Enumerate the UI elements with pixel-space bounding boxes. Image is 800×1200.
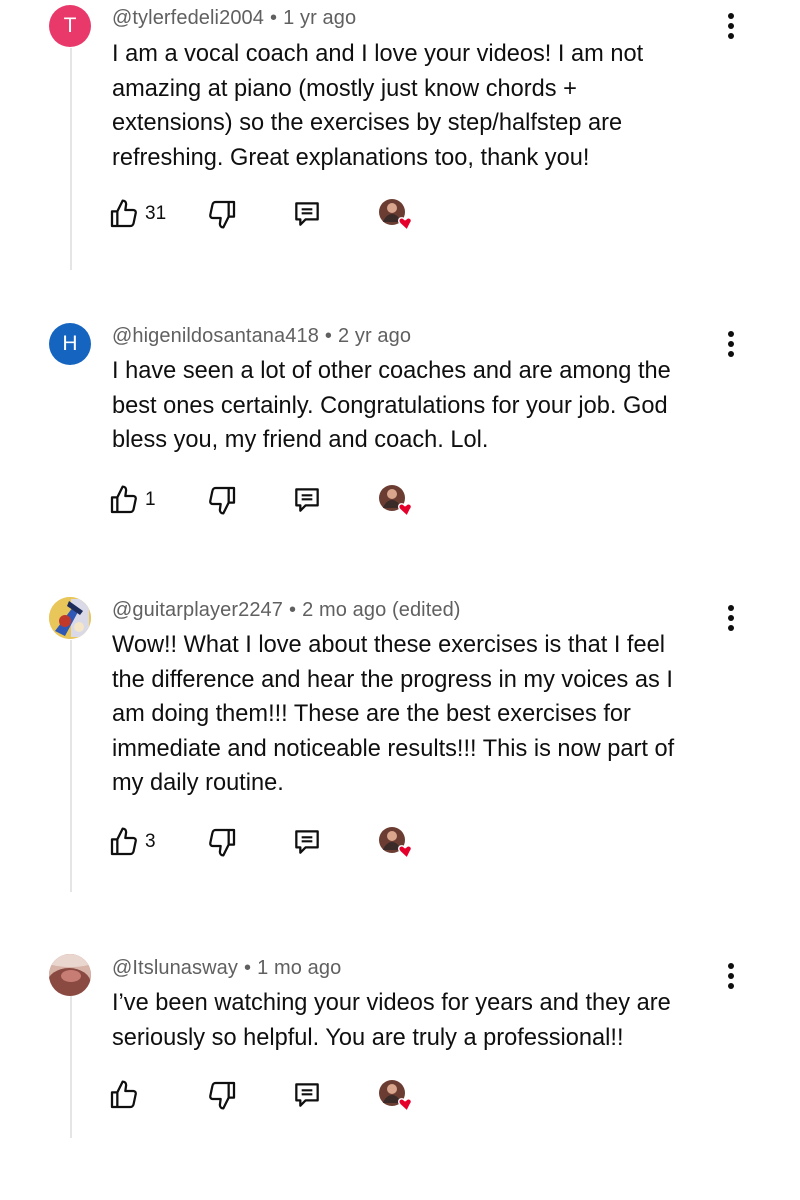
guitar-avatar-image [49,597,91,639]
more-vertical-icon [728,13,734,39]
comment-text: I have seen a lot of other coaches and a… [112,358,671,453]
thumbs-up-icon [110,827,137,856]
avatar-letter: H [62,332,78,355]
reply-button[interactable] [291,824,323,860]
like-button[interactable]: 31 [108,196,166,232]
thumbs-down-icon [209,486,236,515]
like-count: 31 [145,203,167,224]
avatar-letter: T [63,14,77,37]
reply-comment-icon [295,202,319,226]
comment-meta: @tylerfedeli2004 • 1 yr ago [112,7,356,30]
creator-heart-icon [379,199,413,232]
like-button[interactable] [108,1077,145,1113]
thread-line [70,640,72,892]
comment-text: I am a vocal coach and I love your video… [112,41,644,171]
creator-heart-icon [379,827,413,860]
like-count: 1 [145,489,156,510]
creator-heart-badge [376,824,416,862]
creator-heart-icon [379,1080,413,1113]
avatar[interactable]: H [49,323,91,365]
like-button[interactable]: 1 [108,482,156,518]
like-button[interactable]: 3 [108,824,156,860]
comment-text: I’ve been watching your videos for years… [112,990,671,1051]
comment-author[interactable]: @tylerfedeli2004 [112,7,264,29]
creator-heart-badge [376,1077,416,1115]
comment-time[interactable]: 1 mo ago [257,957,341,979]
creator-heart-badge [376,482,416,520]
comment-text: Wow!! What I love about these exercises … [112,632,675,796]
dislike-button[interactable] [206,196,238,232]
avatar[interactable]: T [49,5,91,47]
comment-time[interactable]: 1 yr ago [283,7,356,29]
creator-heart-badge [376,196,416,234]
meta-separator: • [289,599,297,621]
profile-avatar-image [49,954,91,996]
thumbs-up-icon [110,199,137,228]
creator-heart-icon [379,485,413,518]
reply-button[interactable] [291,482,323,518]
avatar[interactable] [49,597,91,639]
thread-line [70,996,72,1138]
reply-button[interactable] [291,1077,323,1113]
thumbs-down-icon [209,1081,236,1110]
more-vertical-icon [728,963,734,989]
dislike-button[interactable] [206,482,238,518]
avatar[interactable] [49,954,91,996]
thumbs-down-icon [209,828,236,857]
comment-author[interactable]: @higenildosantana418 [112,325,319,347]
reply-button[interactable] [291,196,323,232]
comment-actions [108,1077,438,1113]
thumbs-down-icon [209,200,236,229]
comment-actions: 3 [108,824,438,860]
comment-meta: @guitarplayer2247 • 2 mo ago (edited) [112,599,461,622]
meta-separator: • [324,325,333,347]
comment-author[interactable]: @guitarplayer2247 [112,599,283,621]
meta-separator: • [244,957,252,979]
more-vertical-icon [728,331,734,357]
thumbs-up-icon [110,1080,137,1109]
thread-line [70,48,72,270]
dislike-button[interactable] [206,1077,238,1113]
comment-time[interactable]: 2 yr ago [338,325,411,347]
comment-actions: 31 [108,196,438,232]
comment-time[interactable]: 2 mo ago (edited) [302,599,460,621]
more-vertical-icon [728,605,734,631]
comment-meta: @higenildosantana418 • 2 yr ago [112,325,411,348]
meta-separator: • [270,7,278,29]
comment-meta: @Itslunasway • 1 mo ago [112,957,341,980]
reply-comment-icon [295,830,319,854]
thumbs-up-icon [110,485,137,514]
comment-author[interactable]: @Itslunasway [112,957,238,979]
like-count: 3 [145,831,156,852]
reply-comment-icon [295,1083,319,1107]
comment-actions: 1 [108,482,438,518]
dislike-button[interactable] [206,824,238,860]
reply-comment-icon [295,488,319,512]
